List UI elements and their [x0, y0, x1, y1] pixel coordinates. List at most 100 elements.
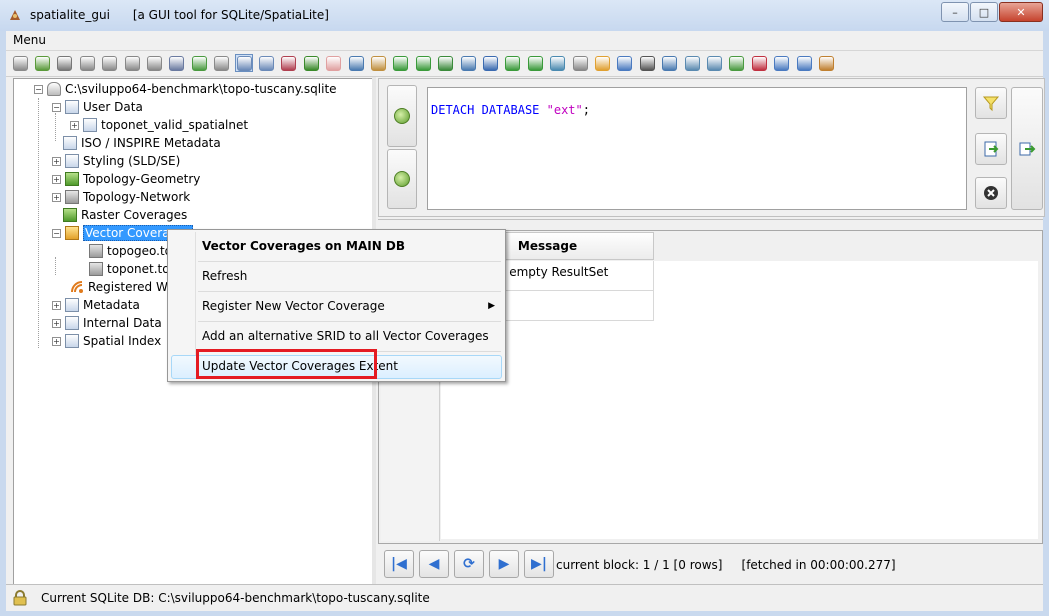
sql-log-icon	[281, 55, 297, 71]
tree-item-raster-coverages[interactable]: Raster Coverages	[63, 206, 187, 224]
exit-icon	[818, 55, 834, 71]
toolbar-button-attach-db[interactable]	[257, 54, 275, 72]
menu-item-add-srid[interactable]: Add an alternative SRID to all Vector Co…	[202, 325, 489, 347]
toolbar-button-layers[interactable]	[571, 54, 589, 72]
xml-icon	[662, 55, 678, 71]
first-block-button[interactable]: |◀	[384, 550, 414, 578]
menu-separator	[198, 291, 501, 292]
maximize-button[interactable]: □	[970, 2, 998, 22]
collapse-icon[interactable]: −	[52, 102, 61, 112]
toolbar-button-load-txt[interactable]	[392, 54, 410, 72]
tree-item-label: Styling (SLD/SE)	[83, 154, 181, 168]
vacuum-icon	[169, 55, 185, 71]
last-icon: ▶|	[531, 556, 547, 572]
execute-sql-button[interactable]	[1011, 87, 1043, 210]
expand-icon[interactable]: +	[70, 120, 79, 130]
context-menu-title: Vector Coverages on MAIN DB	[202, 239, 406, 253]
toolbar-button-sql-script[interactable]	[190, 54, 208, 72]
expand-icon[interactable]: +	[52, 318, 61, 328]
toolbar-button-load-xl[interactable]	[437, 54, 455, 72]
toolbar-button-virtual-txt[interactable]	[414, 54, 432, 72]
toolbar-button-load-dbf[interactable]	[347, 54, 365, 72]
check-geometry-icon	[303, 55, 319, 71]
toolbar-button-virtual-shp[interactable]	[235, 54, 253, 72]
minimize-button[interactable]: –	[941, 2, 969, 22]
previous-icon: ◀	[428, 556, 440, 572]
filter-button[interactable]	[975, 87, 1007, 119]
toolbar-button-memory-db[interactable]	[78, 54, 96, 72]
tree-item-metadata[interactable]: + Metadata	[52, 296, 140, 314]
collapse-icon[interactable]: −	[34, 84, 43, 94]
attach-db-icon	[258, 55, 274, 71]
toolbar-button-virtual-dbf[interactable]	[369, 54, 387, 72]
title-bar: spatialite_gui [a GUI tool for SQLite/Sp…	[0, 0, 1049, 31]
toolbar-button-wms[interactable]	[683, 54, 701, 72]
toolbar-button-geocode[interactable]	[705, 54, 723, 72]
toolbar-button-connect[interactable]	[11, 54, 29, 72]
toolbar-button-xml[interactable]	[661, 54, 679, 72]
toolbar-button-wkt[interactable]	[325, 54, 343, 72]
expand-icon[interactable]: +	[52, 192, 61, 202]
toolbar-button-memory-save[interactable]	[123, 54, 141, 72]
toolbar-button-map[interactable]	[549, 54, 567, 72]
collapse-icon[interactable]: −	[52, 228, 61, 238]
vector-coverage-icon	[65, 226, 79, 240]
toolbar-button-import[interactable]	[526, 54, 544, 72]
load-sql-button[interactable]	[975, 133, 1007, 165]
sql-editor[interactable]: DETACH DATABASE "ext";	[427, 87, 967, 210]
toolbar-button-info[interactable]	[773, 54, 791, 72]
tree-item-topology-geometry[interactable]: + Topology-Geometry	[52, 170, 200, 188]
sql-terminator: ;	[582, 103, 590, 117]
tree-item-label: Spatial Index	[83, 334, 162, 348]
expand-icon[interactable]: +	[52, 174, 61, 184]
toolbar-button-sql-log[interactable]	[280, 54, 298, 72]
tree-item-label: Internal Data	[83, 316, 162, 330]
toolbar-button-memory-export[interactable]	[145, 54, 163, 72]
next-block-button[interactable]: ▶	[489, 550, 519, 578]
tree-item-toponet-valid[interactable]: + toponet_valid_spatialnet	[70, 116, 248, 134]
toolbar-button-network[interactable]	[481, 54, 499, 72]
refresh-block-button[interactable]: ⟳	[454, 550, 484, 578]
tree-item-internal-data[interactable]: + Internal Data	[52, 314, 162, 332]
virtual-txt-icon	[415, 55, 431, 71]
expand-icon[interactable]: +	[52, 336, 61, 346]
toolbar-button-check-geometry[interactable]	[302, 54, 320, 72]
toolbar-button-virtual-xl[interactable]	[459, 54, 477, 72]
toolbar-button-disconnect[interactable]	[56, 54, 74, 72]
status-text: Current SQLite DB: C:\sviluppo64-benchma…	[41, 591, 430, 605]
toolbar-button-create-db[interactable]	[33, 54, 51, 72]
toolbar-button-memory-load[interactable]	[101, 54, 119, 72]
tree-item-styling[interactable]: + Styling (SLD/SE)	[52, 152, 180, 170]
list-icon	[639, 55, 655, 71]
tree-item-spatial-index[interactable]: + Spatial Index	[52, 332, 161, 350]
close-button[interactable]: ✕	[999, 2, 1043, 22]
toolbar-button-exit[interactable]	[817, 54, 835, 72]
toolbar-button-about[interactable]	[795, 54, 813, 72]
tree-item-label: Metadata	[83, 298, 140, 312]
last-block-button[interactable]: ▶|	[524, 550, 554, 578]
menu-item-register-vector-coverage[interactable]: Register New Vector Coverage	[202, 295, 385, 317]
export-icon	[505, 55, 521, 71]
tree-item-topology-network[interactable]: + Topology-Network	[52, 188, 190, 206]
toolbar-button-web[interactable]	[728, 54, 746, 72]
toolbar-button-vacuum[interactable]	[168, 54, 186, 72]
expand-icon[interactable]: +	[52, 156, 61, 166]
clear-sql-button[interactable]	[975, 177, 1007, 209]
tree-root[interactable]: − C:\sviluppo64-benchmark\topo-tuscany.s…	[34, 80, 337, 98]
toolbar-button-list[interactable]	[638, 54, 656, 72]
toolbar-button-load-shp[interactable]	[213, 54, 231, 72]
toolbar-button-text[interactable]	[750, 54, 768, 72]
toolbar-button-charset[interactable]	[593, 54, 611, 72]
circle-green-icon	[394, 171, 410, 187]
expand-icon[interactable]: +	[52, 300, 61, 310]
menu-item-menu[interactable]: Menu	[13, 33, 46, 47]
toolbar-button-export[interactable]	[504, 54, 522, 72]
sql-history-back-button[interactable]	[387, 85, 417, 147]
toolbar-button-help[interactable]	[616, 54, 634, 72]
menu-item-refresh[interactable]: Refresh	[202, 265, 247, 287]
network-icon	[89, 262, 103, 276]
sql-history-forward-button[interactable]	[387, 149, 417, 209]
previous-block-button[interactable]: ◀	[419, 550, 449, 578]
tree-item-iso-metadata[interactable]: ISO / INSPIRE Metadata	[63, 134, 221, 152]
tree-item-user-data[interactable]: − User Data	[52, 98, 143, 116]
